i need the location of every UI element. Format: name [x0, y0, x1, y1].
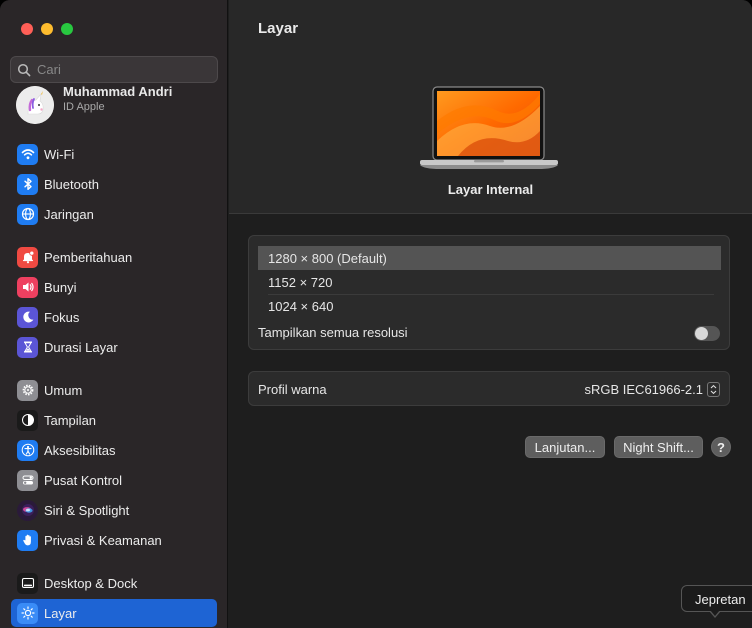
- color-profile-row: Profil warna sRGB IEC61966-2.1: [248, 371, 730, 406]
- sidebar-item-accessibility[interactable]: Aksesibilitas: [11, 436, 217, 464]
- sidebar-item-label: Umum: [44, 382, 83, 398]
- sidebar-item-displays[interactable]: Layar: [11, 599, 217, 627]
- sidebar-item-siri-spotlight[interactable]: Siri & Spotlight: [11, 496, 217, 524]
- sidebar-item-label: Desktop & Dock: [44, 575, 138, 591]
- resolution-list: 1280 × 800 (Default) 1152 × 720 1024 × 6…: [248, 235, 730, 350]
- apple-id-profile[interactable]: Muhammad Andri ID Apple: [16, 84, 173, 124]
- sidebar-item-label: Tampilan: [44, 412, 97, 428]
- dock-icon: [17, 572, 38, 594]
- sidebar-item-wifi[interactable]: Wi-Fi: [11, 140, 217, 168]
- moon-icon: [17, 306, 38, 328]
- help-button[interactable]: ?: [711, 437, 731, 457]
- zoom-button[interactable]: [61, 23, 73, 35]
- speaker-icon: [17, 276, 38, 298]
- bell-icon: [17, 246, 38, 268]
- display-name: Layar Internal: [447, 182, 534, 197]
- show-all-resolutions-toggle[interactable]: [694, 326, 720, 341]
- unicorn-icon: [16, 86, 54, 124]
- sidebar-item-notifications[interactable]: Pemberitahuan: [11, 243, 217, 271]
- bluetooth-icon: [17, 173, 38, 195]
- sidebar-item-general[interactable]: Umum: [11, 376, 217, 404]
- avatar: [16, 86, 54, 124]
- resolution-label: 1024 × 640: [268, 298, 334, 314]
- resolution-label: 1280 × 800 (Default): [268, 250, 387, 266]
- appearance-icon: [17, 409, 38, 431]
- globe-icon: [17, 203, 38, 225]
- color-profile-label: Profil warna: [258, 382, 327, 397]
- close-button[interactable]: [21, 23, 33, 35]
- color-profile-value[interactable]: sRGB IEC61966-2.1: [584, 382, 703, 397]
- sidebar-item-screen-time[interactable]: Durasi Layar: [11, 333, 217, 361]
- advanced-button[interactable]: Lanjutan...: [525, 436, 605, 458]
- accessibility-icon: [17, 439, 38, 461]
- siri-icon: [17, 499, 38, 521]
- sidebar-item-desktop-dock[interactable]: Desktop & Dock: [11, 569, 217, 597]
- resolution-option[interactable]: 1152 × 720: [258, 270, 721, 294]
- profile-name: Muhammad Andri: [63, 84, 173, 99]
- sidebar-item-label: Siri & Spotlight: [44, 502, 130, 518]
- sidebar-item-label: Bunyi: [44, 279, 77, 295]
- sidebar-item-privacy-security[interactable]: Privasi & Keamanan: [11, 526, 217, 554]
- search-input[interactable]: [37, 62, 207, 77]
- tooltip-arrow-inner: [710, 610, 720, 616]
- sidebar-item-label: Wi-Fi: [44, 146, 75, 162]
- search-icon: [17, 63, 31, 76]
- resolution-option-selected[interactable]: 1280 × 800 (Default): [258, 246, 721, 270]
- sidebar-item-appearance[interactable]: Tampilan: [11, 406, 217, 434]
- sidebar-item-label: Layar: [44, 605, 77, 621]
- sidebar-item-bluetooth[interactable]: Bluetooth: [11, 170, 217, 198]
- show-all-resolutions-label: Tampilkan semua resolusi: [258, 325, 408, 340]
- sidebar-item-control-center[interactable]: Pusat Kontrol: [11, 466, 217, 494]
- minimize-button[interactable]: [41, 23, 53, 35]
- sidebar-item-focus[interactable]: Fokus: [11, 303, 217, 331]
- wifi-icon: [17, 143, 38, 165]
- sidebar-item-label: Bluetooth: [44, 176, 99, 192]
- sidebar-item-label: Aksesibilitas: [44, 442, 116, 458]
- sidebar-item-label: Privasi & Keamanan: [44, 532, 162, 548]
- resolution-label: 1152 × 720: [268, 274, 333, 290]
- profile-subtitle: ID Apple: [63, 101, 105, 113]
- sidebar-item-label: Fokus: [44, 309, 80, 325]
- chevron-up-down-icon[interactable]: [707, 382, 720, 397]
- sidebar-item-label: Pemberitahuan: [44, 249, 133, 265]
- tooltip: Jepretan: [681, 585, 752, 612]
- sidebar-item-label: Pusat Kontrol: [44, 472, 123, 488]
- laptop-display-icon[interactable]: [418, 86, 560, 170]
- system-settings-window: Muhammad Andri ID Apple Wi-Fi Bluetooth …: [0, 0, 752, 628]
- hourglass-icon: [17, 336, 38, 358]
- hand-icon: [17, 529, 38, 551]
- page-title: Layar: [258, 20, 299, 37]
- window-controls: [21, 23, 73, 35]
- control-center-icon: [17, 469, 38, 491]
- sun-icon: [17, 602, 38, 624]
- sidebar-item-network[interactable]: Jaringan: [11, 200, 217, 228]
- sidebar-item-label: Durasi Layar: [44, 339, 118, 355]
- sidebar: Muhammad Andri ID Apple Wi-Fi Bluetooth …: [0, 0, 228, 628]
- gear-icon: [17, 379, 38, 401]
- sidebar-item-label: Jaringan: [44, 206, 94, 222]
- display-header: Layar Layar Internal: [229, 0, 752, 214]
- sidebar-item-sound[interactable]: Bunyi: [11, 273, 217, 301]
- resolution-option[interactable]: 1024 × 640: [258, 294, 721, 318]
- search-field[interactable]: [10, 56, 218, 83]
- night-shift-button[interactable]: Night Shift...: [614, 436, 703, 458]
- main-content: Layar Layar Internal 1280 × 800 (Default…: [229, 0, 752, 628]
